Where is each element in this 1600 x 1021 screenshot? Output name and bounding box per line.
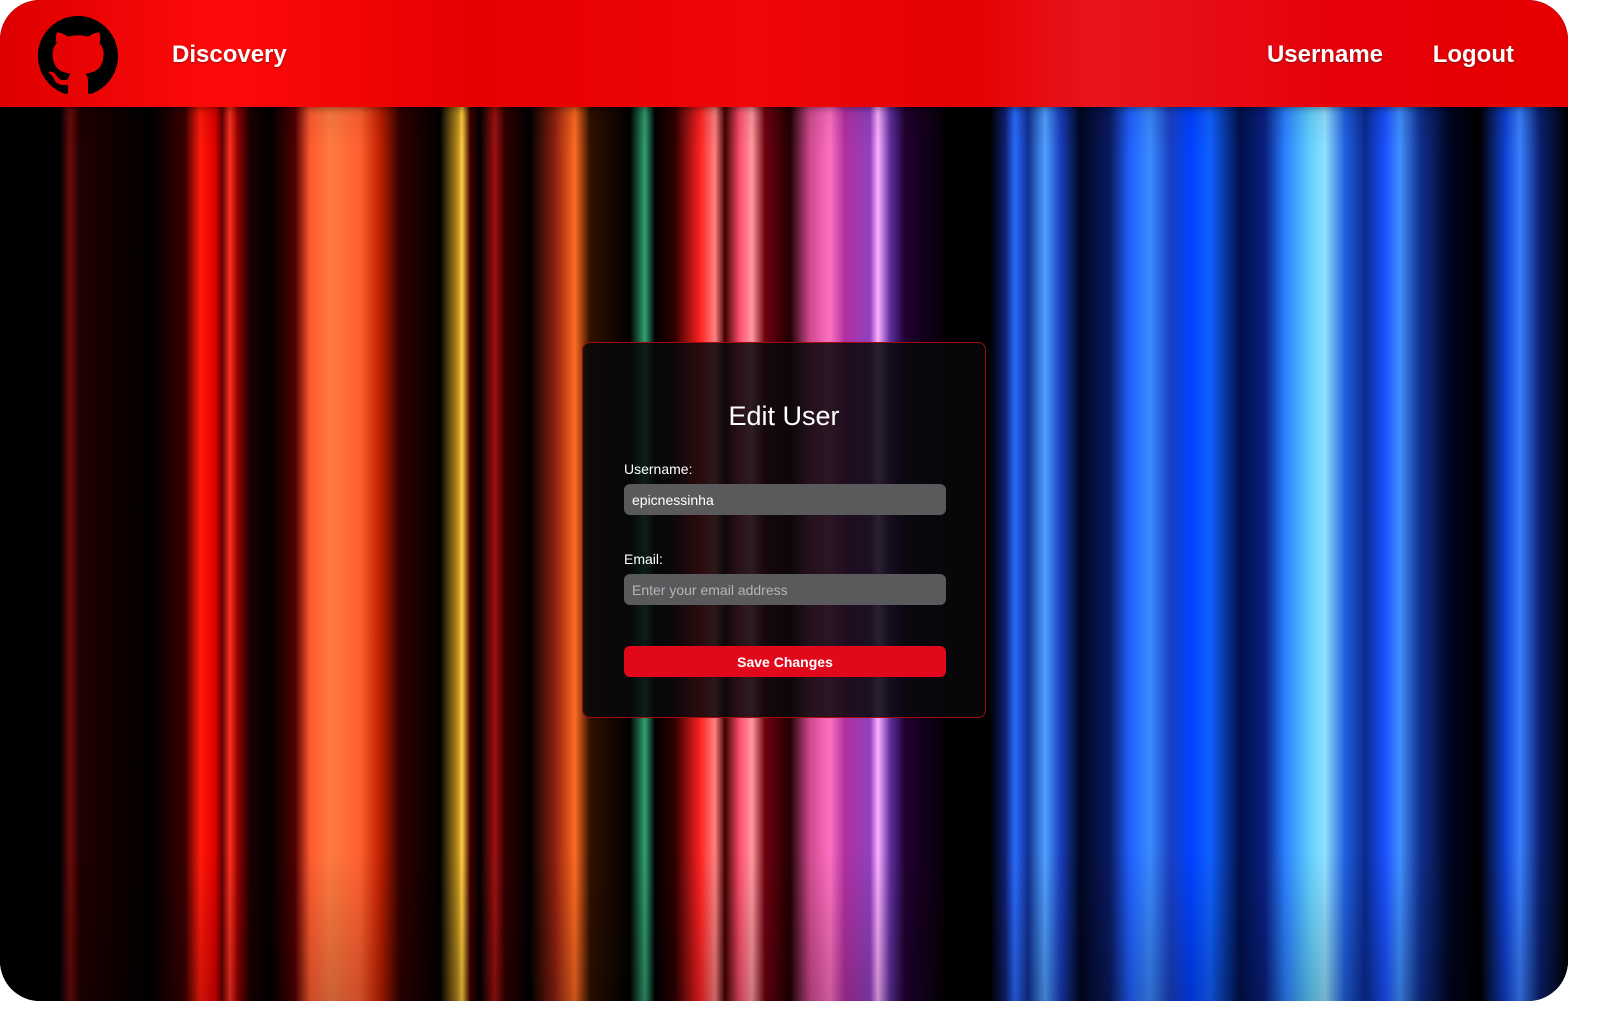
card-title: Edit User xyxy=(728,401,840,431)
navbar: Discovery Username Logout xyxy=(0,0,1568,107)
email-input[interactable] xyxy=(624,574,946,605)
app-window: Discovery Username Logout Edit User User… xyxy=(0,0,1568,1001)
github-icon[interactable] xyxy=(38,16,118,96)
nav-discovery-link[interactable]: Discovery xyxy=(172,38,287,72)
email-label: Email: xyxy=(624,551,663,567)
username-input[interactable] xyxy=(624,484,946,515)
save-changes-button[interactable]: Save Changes xyxy=(624,646,946,677)
nav-username-link[interactable]: Username xyxy=(1267,38,1383,72)
username-label: Username: xyxy=(624,461,693,477)
edit-user-card: Edit User Username: Email: Save Changes xyxy=(582,342,986,718)
nav-logout-link[interactable]: Logout xyxy=(1433,38,1514,72)
